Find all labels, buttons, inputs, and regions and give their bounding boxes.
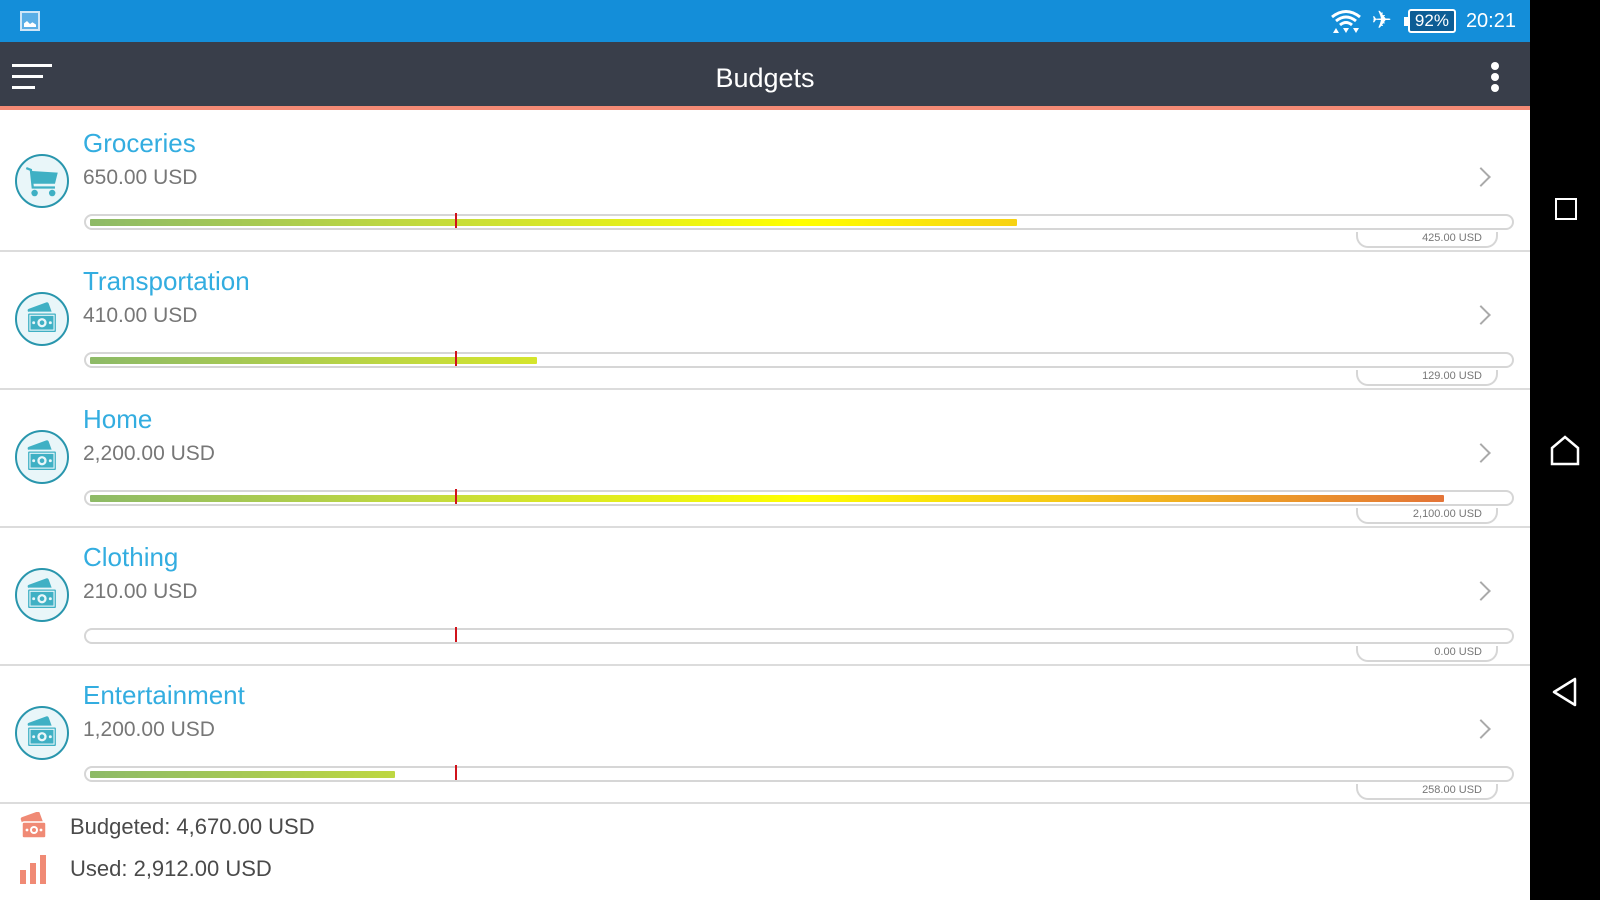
period-marker <box>455 627 457 642</box>
recent-apps-icon <box>1555 198 1577 220</box>
gallery-icon <box>20 11 40 31</box>
home-button[interactable] <box>1530 420 1600 480</box>
budget-amount: 210.00 USD <box>83 580 198 603</box>
used-amount-label: 425.00 USD <box>1356 232 1498 248</box>
budget-amount: 1,200.00 USD <box>83 718 215 741</box>
system-nav-bar <box>1530 0 1600 900</box>
summary-footer: Budgeted: 4,670.00 USD Used: 2,912.00 US… <box>0 808 1530 900</box>
budget-row-clothing[interactable]: Clothing 210.00 USD 0.00 USD <box>0 528 1530 666</box>
money-icon <box>15 430 69 484</box>
used-amount-label: 129.00 USD <box>1356 370 1498 386</box>
used-total: Used: 2,912.00 USD <box>70 856 272 881</box>
budget-list: Groceries 650.00 USD 425.00 USD Transpor… <box>0 114 1530 804</box>
airplane-mode-icon: ✈ <box>1371 7 1392 34</box>
budget-progress-bar <box>84 213 1514 230</box>
chevron-right-icon[interactable] <box>1471 581 1491 601</box>
budget-amount: 410.00 USD <box>83 304 198 327</box>
more-vert-icon[interactable] <box>1488 62 1502 94</box>
battery-icon: 92% <box>1403 9 1456 33</box>
period-marker <box>455 765 457 780</box>
chevron-right-icon[interactable] <box>1471 719 1491 739</box>
used-amount-label: 2,100.00 USD <box>1356 508 1498 524</box>
budget-name: Transportation <box>83 266 250 296</box>
hamburger-menu-icon[interactable] <box>12 64 54 90</box>
budget-progress-bar <box>84 351 1514 368</box>
wifi-icon <box>1330 10 1361 33</box>
budget-name: Entertainment <box>83 680 245 710</box>
budget-amount: 2,200.00 USD <box>83 442 215 465</box>
money-icon <box>20 812 47 839</box>
toolbar: Budgets <box>0 42 1530 110</box>
budget-row-transportation[interactable]: Transportation 410.00 USD 129.00 USD <box>0 252 1530 390</box>
shopping-cart-icon <box>15 154 69 208</box>
back-button[interactable] <box>1530 662 1600 722</box>
budget-name: Groceries <box>83 128 196 158</box>
app-screen: ✈ 92% 20:21 Budgets Groceries 650.00 USD… <box>0 0 1530 900</box>
budget-name: Clothing <box>83 542 179 572</box>
budget-amount: 650.00 USD <box>83 166 198 189</box>
used-total-row: Used: 2,912.00 USD <box>18 854 272 884</box>
money-icon <box>15 568 69 622</box>
chevron-right-icon[interactable] <box>1471 167 1491 187</box>
budget-progress-bar <box>84 765 1514 782</box>
home-icon <box>1550 435 1580 466</box>
back-icon <box>1552 677 1577 707</box>
bar-chart-icon <box>20 855 46 884</box>
budget-progress-fill <box>90 495 1444 502</box>
budget-name: Home <box>83 404 153 434</box>
chevron-right-icon[interactable] <box>1471 443 1491 463</box>
budget-progress-fill <box>90 219 1017 226</box>
period-marker <box>455 489 457 504</box>
budget-row-entertainment[interactable]: Entertainment 1,200.00 USD 258.00 USD <box>0 666 1530 804</box>
budget-progress-fill <box>90 771 395 778</box>
page-title: Budgets <box>715 63 815 93</box>
money-icon <box>15 706 69 760</box>
recent-apps-button[interactable] <box>1530 178 1600 238</box>
budget-progress-fill <box>90 357 537 364</box>
budgeted-total: Budgeted: 4,670.00 USD <box>70 814 315 839</box>
money-icon <box>15 292 69 346</box>
period-marker <box>455 351 457 366</box>
budget-progress-bar <box>84 489 1514 506</box>
chevron-right-icon[interactable] <box>1471 305 1491 325</box>
period-marker <box>455 213 457 228</box>
budget-row-home[interactable]: Home 2,200.00 USD 2,100.00 USD <box>0 390 1530 528</box>
used-amount-label: 0.00 USD <box>1356 646 1498 662</box>
budget-row-groceries[interactable]: Groceries 650.00 USD 425.00 USD <box>0 114 1530 252</box>
budgeted-total-row: Budgeted: 4,670.00 USD <box>18 812 315 842</box>
used-amount-label: 258.00 USD <box>1356 784 1498 800</box>
clock: 20:21 <box>1465 9 1516 32</box>
budget-progress-bar <box>84 627 1514 644</box>
status-bar: ✈ 92% 20:21 <box>0 0 1530 42</box>
